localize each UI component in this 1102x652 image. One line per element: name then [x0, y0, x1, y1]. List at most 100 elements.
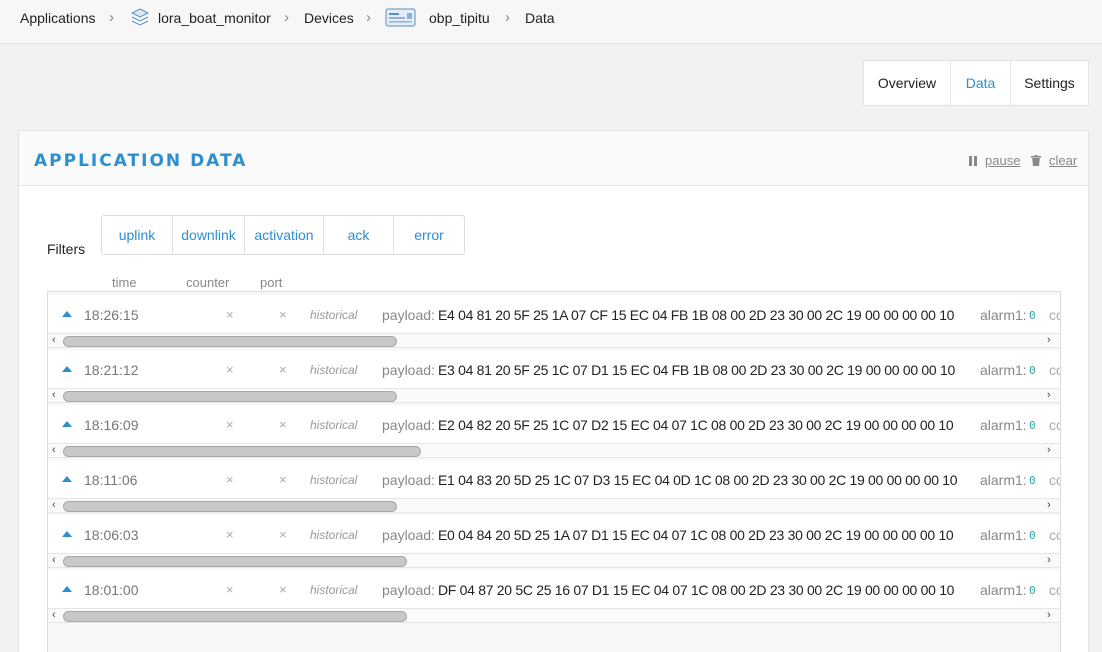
pause-button[interactable]: pause — [985, 153, 1020, 168]
message-port: × — [279, 362, 287, 377]
message-counter: × — [226, 472, 234, 487]
message-row-content: 18:16:09 × × historical payload: E2 04 82 20 … — [48, 405, 1060, 443]
message-port: × — [279, 417, 287, 432]
scroll-right-arrow-icon[interactable]: › — [1047, 334, 1051, 347]
tab-settings[interactable]: Settings — [1011, 61, 1089, 105]
caret-up-icon[interactable] — [62, 421, 72, 427]
scrollbar-thumb[interactable] — [63, 556, 407, 567]
column-header-counter: counter — [186, 275, 230, 290]
message-row: 18:26:15 × × historical payload: E4 04 81 20 … — [48, 295, 1060, 350]
message-row: 18:01:00 × × historical payload: DF 04 87 20 … — [48, 570, 1060, 625]
message-port: × — [279, 582, 287, 597]
message-time: 18:16:09 — [84, 417, 139, 433]
filter-activation[interactable]: activation — [245, 216, 324, 254]
caret-up-icon[interactable] — [62, 311, 72, 317]
scroll-right-arrow-icon[interactable]: › — [1047, 389, 1051, 402]
scrollbar-thumb[interactable] — [63, 611, 407, 622]
row-scrollbar[interactable]: ‹ › — [48, 608, 1060, 623]
breadcrumb-current: Data — [525, 10, 555, 26]
row-scrollbar[interactable]: ‹ › — [48, 388, 1060, 403]
scroll-right-arrow-icon[interactable]: › — [1047, 609, 1051, 622]
scroll-left-arrow-icon[interactable]: ‹ — [52, 334, 56, 347]
scrollbar-thumb[interactable] — [63, 336, 397, 347]
breadcrumb-device-name[interactable]: obp_tipitu — [429, 9, 490, 27]
scroll-left-arrow-icon[interactable]: ‹ — [52, 609, 56, 622]
breadcrumb-separator: › — [366, 9, 371, 26]
historical-tag: historical — [310, 583, 358, 597]
message-counter: × — [226, 362, 234, 377]
alarm-label: alarm1: — [980, 582, 1027, 598]
historical-tag: historical — [310, 528, 358, 542]
alarm-label: alarm1: — [980, 307, 1027, 323]
payload-label: payload: — [382, 307, 435, 323]
message-time: 18:26:15 — [84, 307, 139, 323]
panel-title: APPLICATION DATA — [34, 151, 248, 171]
caret-up-icon[interactable] — [62, 531, 72, 537]
scroll-right-arrow-icon[interactable]: › — [1047, 554, 1051, 567]
pause-icon[interactable] — [969, 156, 977, 166]
caret-up-icon[interactable] — [62, 586, 72, 592]
row-scrollbar[interactable]: ‹ › — [48, 443, 1060, 458]
filter-error[interactable]: error — [394, 216, 464, 254]
alarm-value: 0 — [1029, 584, 1036, 597]
breadcrumb-separator: › — [109, 9, 114, 26]
alarm-value: 0 — [1029, 474, 1036, 487]
historical-tag: historical — [310, 308, 358, 322]
scroll-right-arrow-icon[interactable]: › — [1047, 499, 1051, 512]
filter-downlink[interactable]: downlink — [173, 216, 245, 254]
message-list: 18:26:15 × × historical payload: E4 04 81 20 … — [47, 291, 1061, 652]
message-counter: × — [226, 307, 234, 322]
device-board-icon — [385, 8, 416, 27]
breadcrumb-app-name[interactable]: lora_boat_monitor — [158, 9, 271, 27]
payload-value: DF 04 87 20 5C 25 16 07 D1 15 EC 04 07 1… — [438, 582, 955, 598]
message-time: 18:01:00 — [84, 582, 139, 598]
breadcrumb-devices[interactable]: Devices — [304, 9, 354, 27]
message-counter: × — [226, 582, 234, 597]
tab-data[interactable]: Data — [951, 61, 1011, 105]
filters-label: Filters — [47, 241, 86, 257]
scroll-right-arrow-icon[interactable]: › — [1047, 444, 1051, 457]
application-data-panel: APPLICATION DATA pause clear Filters upl… — [18, 130, 1089, 652]
scrollbar-thumb[interactable] — [63, 391, 397, 402]
scrollbar-thumb[interactable] — [63, 446, 421, 457]
clear-button[interactable]: clear — [1049, 153, 1077, 168]
scroll-left-arrow-icon[interactable]: ‹ — [52, 554, 56, 567]
filter-ack[interactable]: ack — [324, 216, 394, 254]
panel-header: APPLICATION DATA pause clear — [19, 131, 1088, 186]
breadcrumb-applications[interactable]: Applications — [20, 9, 96, 27]
breadcrumb-separator: › — [505, 9, 510, 26]
payload-value: E0 04 84 20 5D 25 1A 07 D1 15 EC 04 07 1… — [438, 527, 954, 543]
message-time: 18:11:06 — [84, 472, 138, 488]
truncated-field: co — [1049, 362, 1060, 378]
caret-up-icon[interactable] — [62, 366, 72, 372]
caret-up-icon[interactable] — [62, 476, 72, 482]
scroll-left-arrow-icon[interactable]: ‹ — [52, 499, 56, 512]
payload-value: E3 04 81 20 5F 25 1C 07 D1 15 EC 04 FB 1… — [438, 362, 955, 378]
message-row: 18:06:03 × × historical payload: E0 04 84 20 … — [48, 515, 1060, 570]
alarm-value: 0 — [1029, 419, 1036, 432]
scrollbar-thumb[interactable] — [63, 501, 397, 512]
trash-icon[interactable] — [1031, 155, 1041, 166]
layers-stack-icon — [131, 8, 149, 26]
payload-label: payload: — [382, 527, 435, 543]
row-scrollbar[interactable]: ‹ › — [48, 553, 1060, 568]
scroll-left-arrow-icon[interactable]: ‹ — [52, 389, 56, 402]
historical-tag: historical — [310, 363, 358, 377]
column-header-port: port — [260, 275, 283, 290]
scroll-left-arrow-icon[interactable]: ‹ — [52, 444, 56, 457]
message-counter: × — [226, 527, 234, 542]
message-row: 18:11:06 × × historical payload: E1 04 83 20 … — [48, 460, 1060, 515]
row-scrollbar[interactable]: ‹ › — [48, 333, 1060, 348]
truncated-field: co — [1049, 307, 1060, 323]
message-port: × — [279, 527, 287, 542]
message-row-content: 18:11:06 × × historical payload: E1 04 83 20 … — [48, 460, 1060, 498]
message-time: 18:21:12 — [84, 362, 139, 378]
breadcrumb: Applications › lora_boat_monitor › Devic… — [0, 0, 1102, 44]
tab-overview[interactable]: Overview — [864, 61, 951, 105]
row-scrollbar[interactable]: ‹ › — [48, 498, 1060, 513]
payload-value: E2 04 82 20 5F 25 1C 07 D2 15 EC 04 07 1… — [438, 417, 954, 433]
alarm-label: alarm1: — [980, 527, 1027, 543]
message-time: 18:06:03 — [84, 527, 139, 543]
message-row-content: 18:06:03 × × historical payload: E0 04 84 20 … — [48, 515, 1060, 553]
filter-uplink[interactable]: uplink — [102, 216, 173, 254]
